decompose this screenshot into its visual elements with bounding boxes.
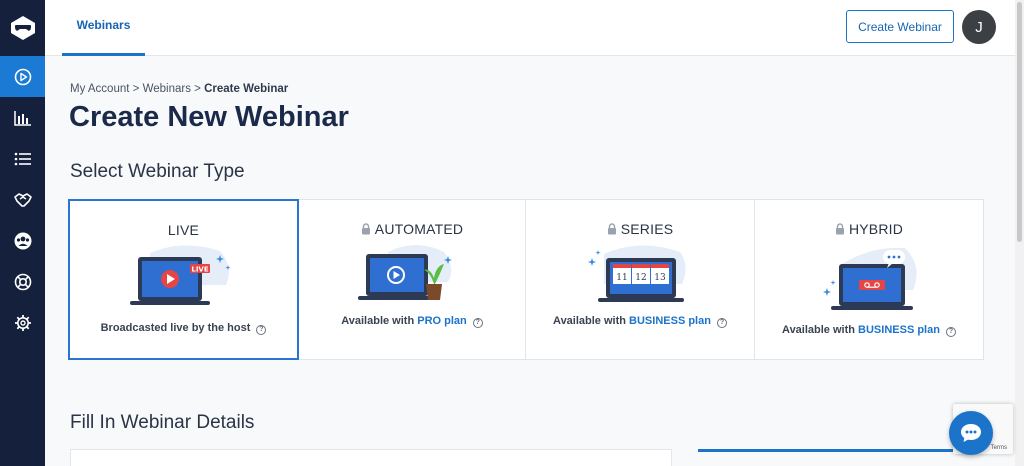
details-accent-line	[698, 449, 988, 452]
card-title-text: SERIES	[620, 221, 674, 237]
top-bar: Webinars Create Webinar J	[45, 0, 1015, 56]
users-icon	[14, 232, 31, 249]
sidebar-nav	[0, 0, 45, 466]
date-label: 12	[635, 273, 646, 283]
lock-icon	[835, 223, 844, 235]
card-desc-text: Available with	[782, 324, 855, 336]
breadcrumb-separator: >	[194, 83, 201, 95]
webinar-type-cards: LIVE LIVE Broadcasted live by the host? …	[68, 199, 987, 360]
help-icon[interactable]: ?	[945, 327, 956, 337]
lifebuoy-icon	[14, 273, 31, 290]
logo-icon	[10, 16, 35, 40]
breadcrumb-current: Create Webinar	[204, 83, 289, 95]
chat-bubble-icon	[961, 424, 981, 442]
live-badge: LIVE	[191, 266, 208, 274]
card-title: SERIES	[526, 221, 754, 237]
recaptcha-terms[interactable]: Terms	[991, 445, 1007, 451]
hybrid-illustration-icon	[823, 247, 917, 310]
breadcrumb-my-account[interactable]: My Account	[70, 83, 129, 95]
list-icon	[14, 152, 31, 165]
chat-button[interactable]	[949, 411, 993, 455]
breadcrumb: My Account > Webinars > Create Webinar	[70, 83, 288, 95]
card-description: Available with BUSINESS plan?	[755, 324, 983, 337]
card-automated[interactable]: AUTOMATED Available with PRO plan?	[298, 199, 526, 360]
page-scrollbar[interactable]	[1015, 0, 1024, 466]
card-series[interactable]: SERIES 11 12 13 Available with BUSINESS …	[525, 199, 755, 360]
nav-list[interactable]	[0, 138, 45, 179]
play-circle-icon	[14, 68, 31, 85]
card-desc-text: Available with	[341, 315, 415, 327]
nav-settings[interactable]	[0, 302, 45, 343]
date-label: 13	[654, 273, 666, 283]
gear-icon	[14, 314, 31, 331]
date-label: 11	[616, 273, 627, 283]
card-title: LIVE	[167, 222, 200, 238]
nav-users[interactable]	[0, 220, 45, 261]
scrollbar-thumb[interactable]	[1017, 2, 1022, 242]
card-title: HYBRID	[755, 221, 983, 237]
app-logo[interactable]	[0, 0, 45, 56]
card-title: AUTOMATED	[299, 221, 525, 237]
card-desc-text: Broadcasted live by the host	[100, 322, 251, 334]
card-title-text: HYBRID	[848, 221, 904, 237]
nav-support[interactable]	[0, 261, 45, 302]
series-illustration-icon: 11 12 13	[588, 245, 686, 302]
bar-chart-icon	[13, 110, 31, 126]
avatar[interactable]: J	[962, 10, 996, 44]
card-description: Available with BUSINESS plan?	[526, 315, 754, 328]
nav-analytics[interactable]	[0, 97, 45, 138]
card-live[interactable]: LIVE LIVE Broadcasted live by the host?	[68, 199, 299, 360]
card-title-text: AUTOMATED	[374, 221, 464, 237]
tab-webinars[interactable]: Webinars	[62, 0, 145, 56]
card-description: Broadcasted live by the host?	[70, 322, 297, 335]
card-desc-text: Available with	[553, 315, 626, 327]
plan-link[interactable]: BUSINESS plan	[629, 315, 711, 327]
breadcrumb-webinars[interactable]: Webinars	[143, 83, 191, 95]
live-illustration-icon: LIVE	[129, 245, 231, 305]
breadcrumb-separator: >	[132, 83, 140, 95]
handshake-icon	[13, 192, 32, 207]
nav-integrations[interactable]	[0, 179, 45, 220]
lock-icon	[361, 223, 370, 235]
help-icon[interactable]: ?	[256, 325, 267, 335]
automated-illustration-icon	[358, 245, 452, 300]
select-type-heading: Select Webinar Type	[70, 161, 245, 182]
help-icon[interactable]: ?	[716, 318, 727, 328]
create-webinar-button[interactable]: Create Webinar	[846, 10, 954, 43]
plan-link[interactable]: PRO plan	[417, 315, 467, 327]
fill-details-heading: Fill In Webinar Details	[70, 412, 255, 433]
card-hybrid[interactable]: HYBRID Available with BUSINESS plan?	[754, 199, 984, 360]
lock-icon	[607, 223, 616, 235]
plan-link[interactable]: BUSINESS plan	[858, 324, 940, 336]
card-description: Available with PRO plan?	[299, 315, 525, 328]
help-icon[interactable]: ?	[472, 318, 483, 328]
details-form-panel	[70, 449, 672, 466]
page-title: Create New Webinar	[69, 101, 349, 133]
nav-webinars[interactable]	[0, 56, 45, 97]
